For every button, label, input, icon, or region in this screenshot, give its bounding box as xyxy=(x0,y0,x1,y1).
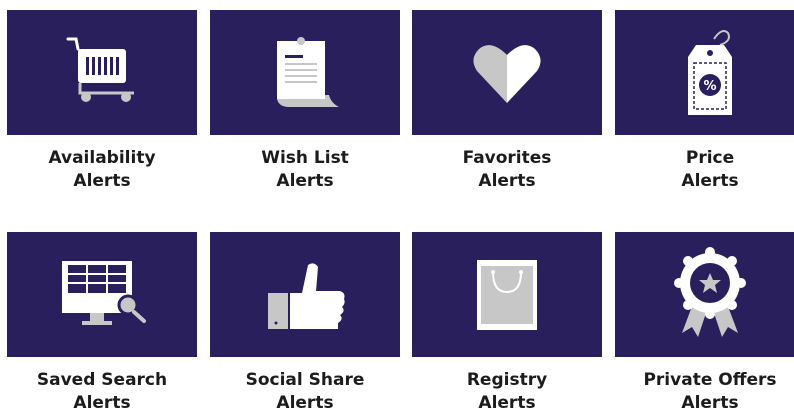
price-alerts-label-line2: Alerts xyxy=(681,171,739,191)
social-share-alerts-label-line2: Alerts xyxy=(276,393,334,413)
private-offers-alerts-card[interactable]: Private Offers Alerts xyxy=(615,232,794,415)
wish-list-alerts-label-line2: Alerts xyxy=(276,171,334,191)
registry-alerts-label: Registry Alerts xyxy=(412,369,602,415)
social-share-alerts-label: Social Share Alerts xyxy=(210,369,400,415)
wish-list-scroll-icon xyxy=(277,36,339,107)
private-offers-alerts-tile[interactable] xyxy=(615,232,794,357)
registry-alerts-label-line1: Registry xyxy=(466,370,548,390)
price-tag-percent-text: % xyxy=(703,79,716,94)
price-alerts-label-line1: Price xyxy=(685,148,735,168)
wish-list-alerts-label: Wish List Alerts xyxy=(210,147,400,193)
registry-alerts-card[interactable]: Registry Alerts xyxy=(412,232,602,415)
favorites-alerts-label: Favorites Alerts xyxy=(412,147,602,193)
favorites-alerts-card[interactable]: Favorites Alerts xyxy=(412,10,602,193)
social-share-alerts-card[interactable]: Social Share Alerts xyxy=(210,232,400,415)
availability-alerts-label-line2: Alerts xyxy=(73,171,131,191)
thumbs-up-icon xyxy=(268,262,345,329)
private-offers-alerts-label-line2: Alerts xyxy=(681,393,739,413)
registry-alerts-tile[interactable] xyxy=(412,232,602,357)
saved-search-alerts-card[interactable]: Saved Search Alerts xyxy=(7,232,197,415)
award-ribbon-icon xyxy=(674,246,746,337)
shopping-cart-icon xyxy=(66,37,134,102)
wish-list-alerts-card[interactable]: Wish List Alerts xyxy=(210,10,400,193)
price-alerts-tile[interactable]: % xyxy=(615,10,794,135)
wish-list-alerts-label-line1: Wish List xyxy=(261,148,349,168)
price-tag-icon: % xyxy=(688,29,732,115)
saved-search-alerts-label-line1: Saved Search xyxy=(36,370,168,390)
monitor-search-icon xyxy=(62,260,146,325)
saved-search-alerts-label-line2: Alerts xyxy=(73,393,131,413)
registry-alerts-label-line2: Alerts xyxy=(478,393,536,413)
gift-bag-icon xyxy=(477,259,537,330)
heart-icon xyxy=(473,44,541,103)
favorites-alerts-tile[interactable] xyxy=(412,10,602,135)
social-share-alerts-tile[interactable] xyxy=(210,232,400,357)
alerts-grid: Availability Alerts Wish List Alerts Fav… xyxy=(0,0,794,413)
availability-alerts-tile[interactable] xyxy=(7,10,197,135)
availability-alerts-card[interactable]: Availability Alerts xyxy=(7,10,197,193)
wish-list-alerts-tile[interactable] xyxy=(210,10,400,135)
social-share-alerts-label-line1: Social Share xyxy=(245,370,365,390)
favorites-alerts-label-line1: Favorites xyxy=(462,148,552,168)
availability-alerts-label-line1: Availability xyxy=(48,148,156,168)
price-alerts-card[interactable]: % Price Alerts xyxy=(615,10,794,193)
private-offers-alerts-label-line1: Private Offers xyxy=(643,370,777,390)
favorites-alerts-label-line2: Alerts xyxy=(478,171,536,191)
availability-alerts-label: Availability Alerts xyxy=(7,147,197,193)
saved-search-alerts-label: Saved Search Alerts xyxy=(7,369,197,415)
saved-search-alerts-tile[interactable] xyxy=(7,232,197,357)
price-alerts-label: Price Alerts xyxy=(615,147,794,193)
private-offers-alerts-label: Private Offers Alerts xyxy=(615,369,794,415)
